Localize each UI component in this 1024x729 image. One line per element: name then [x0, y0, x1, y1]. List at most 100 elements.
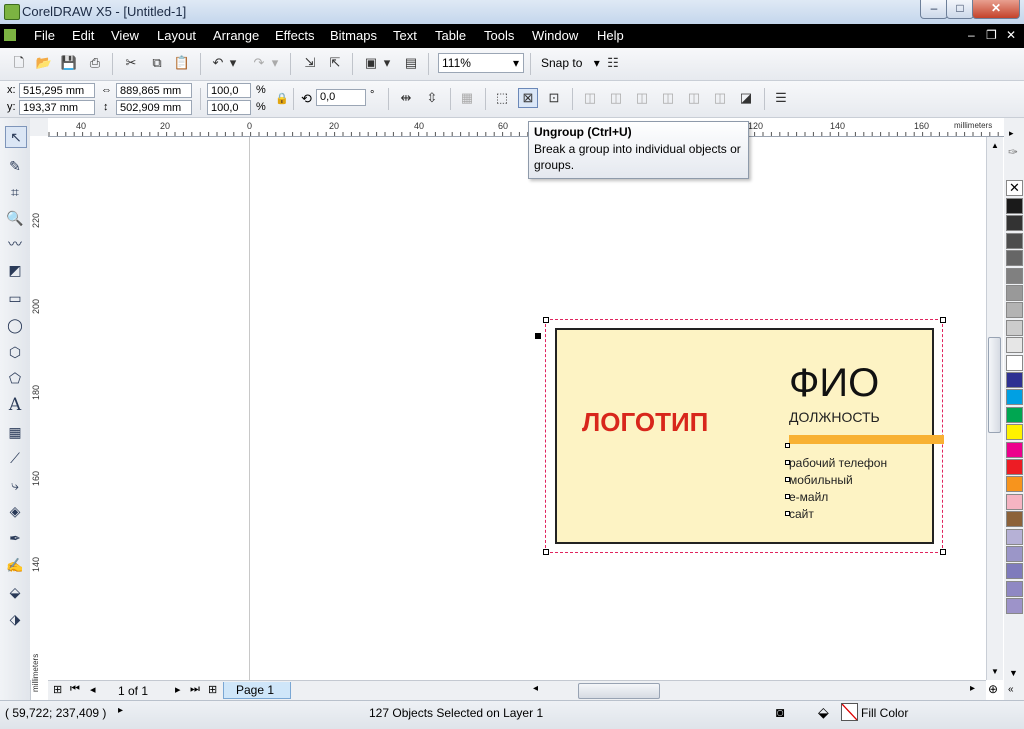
color-swatch[interactable] — [1006, 459, 1023, 475]
rotation-angle-input[interactable]: 0,0 — [316, 89, 366, 106]
menu-bitmaps[interactable]: Bitmaps — [330, 28, 377, 43]
text-tool-icon[interactable]: A — [5, 395, 25, 415]
scroll-up-icon[interactable]: ▲ — [991, 141, 999, 150]
color-swatch[interactable] — [1006, 493, 1023, 510]
menu-text[interactable]: Text — [393, 28, 417, 43]
horizontal-ruler[interactable]: 40 20 0 20 40 60 80 100 120 140 160 mill… — [48, 118, 1004, 137]
menu-arrange[interactable]: Arrange — [213, 28, 259, 43]
vertical-scrollbar[interactable]: ▲ ▼ — [986, 137, 1003, 680]
pick-tool-icon[interactable]: ↖ — [5, 126, 27, 148]
fill-tool-icon[interactable]: ⬙ — [5, 582, 25, 602]
horizontal-scroll-thumb[interactable] — [578, 683, 660, 699]
width-input[interactable]: 889,865 mm — [116, 83, 192, 98]
palette-scroll-down-icon[interactable]: ▼ — [1009, 668, 1018, 678]
color-swatch[interactable] — [1006, 250, 1023, 267]
new-document-icon[interactable]: 🗋 — [10, 54, 28, 72]
color-swatch[interactable] — [1006, 511, 1023, 528]
color-swatch[interactable] — [1006, 302, 1023, 319]
snap-to-button[interactable]: Snap to ▾ — [541, 56, 600, 70]
polygon-tool-icon[interactable]: ⬡ — [5, 342, 25, 362]
scroll-down-icon[interactable]: ▼ — [991, 667, 999, 676]
crop-tool-icon[interactable]: ⌗ — [5, 182, 25, 202]
navigator-icon[interactable]: ⊕ — [988, 682, 998, 696]
fill-color-swatch[interactable] — [841, 703, 858, 721]
add-page-after-icon[interactable]: ⊞ — [208, 683, 217, 696]
node-handle[interactable] — [785, 477, 790, 482]
mirror-vertical-icon[interactable]: ⇳ — [423, 89, 441, 107]
welcome-screen-icon[interactable]: ▤ — [402, 54, 420, 72]
redo-icon[interactable]: ↷ — [250, 54, 268, 72]
color-swatch[interactable] — [1006, 372, 1023, 388]
basic-shapes-tool-icon[interactable]: ⬠ — [5, 368, 25, 388]
next-page-icon[interactable]: ▸ — [175, 683, 181, 696]
y-position-input[interactable]: 193,37 mm — [19, 100, 95, 115]
front-minus-back-icon[interactable]: ◫ — [685, 89, 703, 107]
combine-icon[interactable]: ▦ — [458, 89, 476, 107]
color-swatch[interactable] — [1006, 598, 1023, 615]
color-swatch[interactable] — [1006, 337, 1023, 354]
menu-table[interactable]: Table — [435, 28, 466, 43]
rectangle-tool-icon[interactable]: ▭ — [5, 288, 25, 308]
eyedropper-tool-icon[interactable]: ✒ — [5, 528, 25, 548]
doc-minimize-button[interactable]: – — [968, 28, 975, 42]
vertical-ruler[interactable]: 220 200 180 160 140 millimeters — [30, 136, 49, 692]
contact-mobile-text[interactable]: мобильный — [789, 473, 853, 487]
logo-text[interactable]: ЛОГОТИП — [582, 407, 708, 438]
node-handle[interactable] — [785, 494, 790, 499]
shape-tool-icon[interactable]: ✎ — [5, 156, 25, 176]
color-swatch[interactable] — [1006, 389, 1023, 406]
group-icon[interactable]: ⬚ — [493, 89, 511, 107]
chevron-down-icon[interactable]: ▾ — [270, 54, 280, 72]
accent-bar[interactable] — [789, 435, 944, 444]
connector-tool-icon[interactable]: ⤷ — [5, 475, 25, 495]
no-color-swatch[interactable]: ✕ — [1006, 180, 1023, 196]
menu-window[interactable]: Window — [532, 28, 578, 43]
menu-file[interactable]: File — [34, 28, 55, 43]
position-text[interactable]: ДОЛЖНОСТЬ — [789, 409, 880, 425]
contact-email-text[interactable]: е-майл — [789, 490, 828, 504]
node-handle[interactable] — [785, 443, 790, 448]
trim-icon[interactable]: ◫ — [607, 89, 625, 107]
menu-tools[interactable]: Tools — [484, 28, 514, 43]
color-swatch[interactable] — [1006, 198, 1023, 214]
page-tab[interactable]: Page 1 — [223, 682, 291, 699]
doc-restore-button[interactable]: ❐ — [986, 28, 997, 42]
table-tool-icon[interactable]: ▦ — [5, 422, 25, 442]
intersect-icon[interactable]: ◫ — [633, 89, 651, 107]
contact-phone-text[interactable]: рабочий телефон — [789, 456, 887, 470]
palette-scroll-up-icon[interactable]: ▸ — [1009, 128, 1014, 139]
node-handle[interactable] — [785, 460, 790, 465]
palette-expand-icon[interactable]: « — [1008, 684, 1014, 695]
create-boundary-icon[interactable]: ◪ — [737, 89, 755, 107]
menu-help[interactable]: Help — [597, 28, 624, 43]
weld-icon[interactable]: ◫ — [581, 89, 599, 107]
color-swatch[interactable] — [1006, 528, 1023, 545]
maximize-button[interactable]: □ — [946, 0, 974, 19]
blend-tool-icon[interactable]: ◈ — [5, 501, 25, 521]
name-text[interactable]: ФИО — [789, 361, 879, 406]
eyedropper-icon[interactable]: ✑ — [1008, 145, 1018, 159]
selection-handle[interactable] — [543, 549, 549, 555]
color-swatch[interactable] — [1006, 354, 1023, 371]
color-swatch[interactable] — [1006, 232, 1023, 249]
ungroup-all-icon[interactable]: ⊡ — [545, 89, 563, 107]
zoom-tool-icon[interactable]: 🔍 — [5, 208, 25, 228]
color-swatch[interactable] — [1006, 406, 1023, 423]
open-folder-icon[interactable]: 📂 — [35, 54, 53, 72]
fill-bucket-icon[interactable]: ⬙ — [818, 704, 829, 721]
menu-edit[interactable]: Edit — [72, 28, 94, 43]
ruler-origin-corner[interactable] — [30, 118, 49, 137]
ellipse-tool-icon[interactable]: ◯ — [5, 315, 25, 335]
x-position-input[interactable]: 515,295 mm — [19, 83, 95, 98]
color-swatch[interactable] — [1006, 563, 1023, 580]
height-input[interactable]: 502,909 mm — [116, 100, 192, 115]
first-page-icon[interactable]: ⏮ — [70, 683, 80, 696]
lock-ratio-icon[interactable]: 🔒 — [275, 92, 289, 105]
zoom-level-select[interactable]: 111% ▾ — [438, 53, 524, 73]
color-swatch[interactable] — [1006, 424, 1023, 441]
color-proof-icon[interactable]: ◙ — [776, 704, 784, 720]
print-icon[interactable]: ⎙ — [86, 54, 104, 72]
back-minus-front-icon[interactable]: ◫ — [711, 89, 729, 107]
freehand-tool-icon[interactable]: 〰 — [5, 234, 25, 254]
selection-handle[interactable] — [543, 317, 549, 323]
